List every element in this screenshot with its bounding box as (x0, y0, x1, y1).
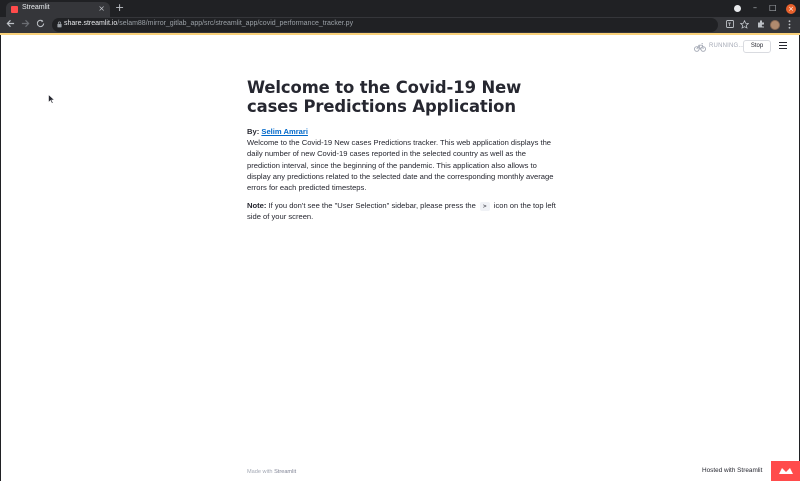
new-tab-button[interactable]: + (115, 2, 124, 14)
streamlit-app: RUNNING... Stop Welcome to the Covid-19 … (0, 35, 800, 481)
lock-icon (57, 21, 62, 28)
url-path: /selam88/mirror_gitlab_app/src/streamlit… (117, 20, 354, 27)
url-text: share.streamlit.io/selam88/mirror_gitlab… (64, 20, 353, 27)
note-text-before: If you don't see the "User Selection" si… (268, 201, 476, 211)
tab-close-icon[interactable]: × (98, 4, 105, 13)
window-close-button[interactable]: × (786, 4, 796, 14)
url-host: share.streamlit.io (64, 20, 118, 27)
streamlit-favicon-icon (11, 6, 18, 13)
incognito-profile-icon[interactable] (734, 5, 741, 12)
made-with-footer: Made with Streamlit (247, 469, 296, 475)
main-content: Welcome to the Covid-19 New cases Predic… (247, 78, 559, 223)
browser-toolbar: share.streamlit.io/selam88/mirror_gitlab… (0, 17, 800, 33)
by-label: By: (247, 127, 260, 136)
streamlit-logo-badge[interactable] (771, 461, 800, 481)
maximize-button[interactable]: □ (769, 3, 777, 12)
minimize-button[interactable]: – (753, 3, 757, 12)
hamburger-menu-icon[interactable] (779, 42, 787, 50)
back-arrow-icon[interactable] (6, 19, 15, 32)
address-bar[interactable]: share.streamlit.io/selam88/mirror_gitlab… (52, 18, 718, 32)
tab-bar: Streamlit × + – □ × (0, 0, 800, 17)
star-icon[interactable] (739, 19, 750, 32)
running-label: RUNNING... (709, 43, 744, 49)
note-paragraph: Note: If you don't see the "User Selecti… (247, 200, 559, 222)
made-with-label: Made with (247, 469, 273, 475)
translate-icon[interactable] (726, 20, 734, 31)
kebab-menu-icon[interactable] (788, 20, 791, 32)
extensions-icon[interactable] (757, 20, 765, 31)
forward-arrow-icon[interactable] (21, 19, 30, 32)
streamlit-crown-icon (779, 468, 793, 474)
description-text: Welcome to the Covid-19 New cases Predic… (247, 138, 554, 193)
page-title: Welcome to the Covid-19 New cases Predic… (247, 78, 522, 116)
reload-icon[interactable] (36, 19, 45, 32)
sidebar-toggle-icon-chip: > (480, 202, 490, 212)
browser-tab[interactable]: Streamlit × (6, 2, 110, 17)
streamlit-footer-link[interactable]: Streamlit (274, 469, 296, 475)
author-link[interactable]: Selim Amrari (261, 127, 308, 136)
hosted-with-label[interactable]: Hosted with Streamlit (702, 467, 762, 474)
bike-icon (694, 43, 706, 52)
stop-button[interactable]: Stop (743, 40, 771, 53)
browser-chrome: Streamlit × + – □ × share.streamlit.io/s… (0, 0, 800, 35)
cursor-icon (48, 94, 55, 104)
intro-paragraph: By: Selim Amrari Welcome to the Covid-19… (247, 126, 559, 193)
tab-title: Streamlit (22, 4, 50, 11)
profile-avatar[interactable] (770, 20, 780, 30)
note-label: Note: (247, 201, 267, 211)
